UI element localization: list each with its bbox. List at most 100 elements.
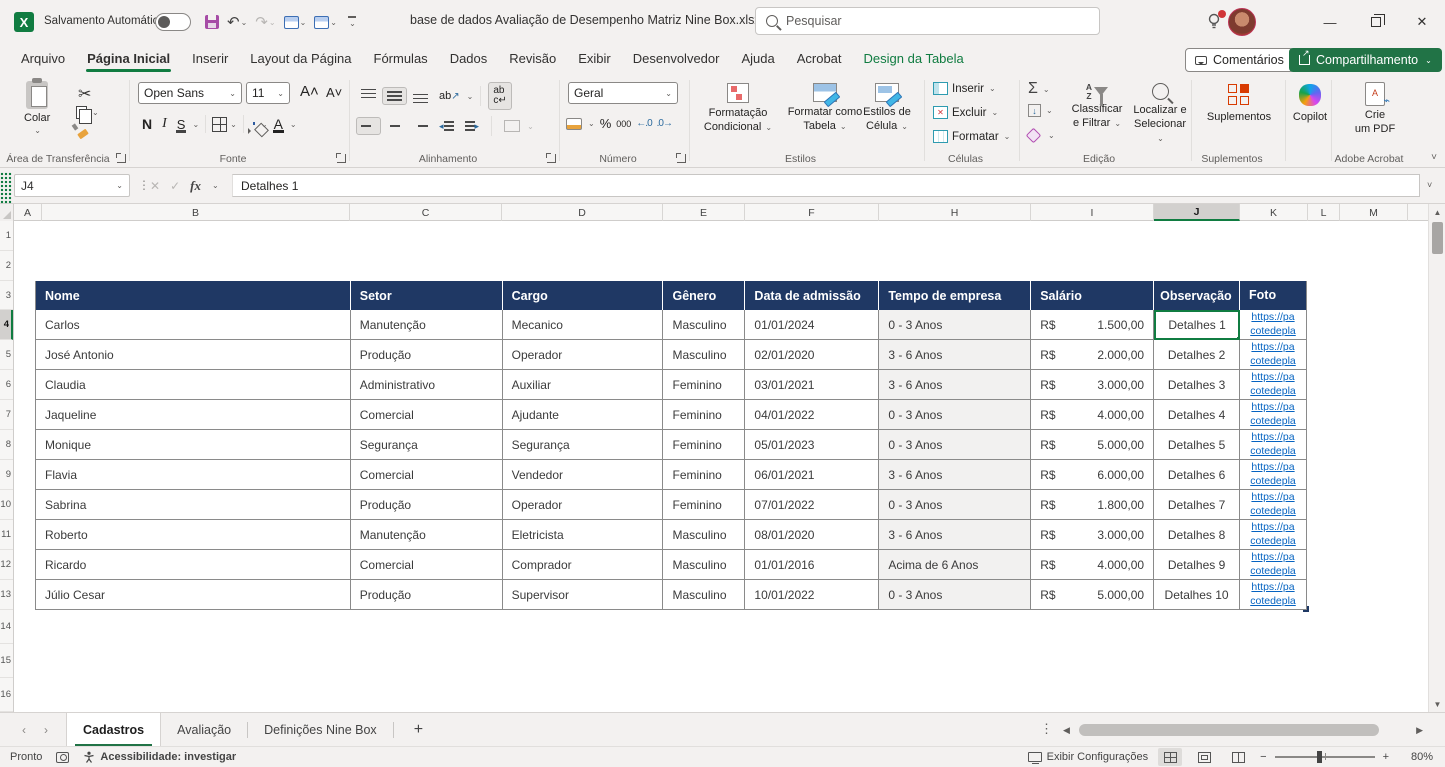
header-setor[interactable]: Setor [351,281,503,310]
new-sheet-button[interactable]: + [394,713,443,746]
align-right-button[interactable] [408,117,433,135]
cell-nome[interactable]: Monique [36,430,351,460]
cell-admissao[interactable]: 02/01/2020 [745,340,879,370]
cut-button[interactable]: ✂ [78,84,91,104]
cell-foto[interactable]: https://pacotedepla [1240,400,1307,430]
cell-genero[interactable]: Feminino [663,490,745,520]
zoom-out-button[interactable]: − [1260,751,1266,763]
conditional-formatting-button[interactable]: FormataçãoCondicional ⌄ [698,83,778,135]
cell-foto[interactable]: https://pacotedepla [1240,580,1307,610]
currency-format-button[interactable] [566,118,582,130]
normal-view-button[interactable] [1158,748,1182,766]
row-header-12[interactable]: 12 [0,550,13,580]
align-middle-button[interactable] [382,87,407,105]
column-header-m[interactable]: M [1340,204,1408,221]
row-header-2[interactable]: 2 [0,251,13,281]
header-foto[interactable]: Foto [1240,281,1307,310]
shrink-font-button[interactable]: A˅ [322,85,346,100]
column-header-d[interactable]: D [502,204,663,221]
scroll-right-button[interactable]: ▶ [1411,725,1428,736]
row-header-7[interactable]: 7 [0,400,13,430]
cell-nome[interactable]: Sabrina [36,490,351,520]
cell-foto[interactable]: https://pacotedepla [1240,430,1307,460]
customize-qat-button[interactable]: ⌄ [342,16,362,28]
format-cells-button[interactable]: Formatar⌄ [933,130,1010,143]
dialog-launcher-icon[interactable] [547,154,556,163]
cell-observacao-selected[interactable]: Detalhes 1 [1154,310,1240,340]
cell-salario[interactable]: R$2.000,00 [1031,340,1154,370]
row-header-15[interactable]: 15 [0,644,13,678]
cell-setor[interactable]: Manutenção [351,310,503,340]
cell-nome[interactable]: Jaqueline [36,400,351,430]
percent-format-button[interactable]: % [600,116,612,131]
cell-setor[interactable]: Manutenção [351,520,503,550]
scrollbar-track[interactable] [1075,724,1411,736]
cell-setor[interactable]: Produção [351,490,503,520]
table-tool-2-button[interactable]: ⌄ [311,16,340,29]
decrease-decimal-button[interactable]: .0→ [657,118,672,129]
cell-admissao[interactable]: 04/01/2022 [745,400,879,430]
font-size-combo[interactable]: 11⌄ [246,82,290,104]
accessibility-status[interactable]: Acessibilidade: investigar [83,751,236,763]
orientation-button[interactable]: ab↗ [434,86,465,106]
page-break-view-button[interactable] [1226,748,1250,766]
column-header-l[interactable]: L [1308,204,1340,221]
page-layout-view-button[interactable] [1192,748,1216,766]
scroll-left-button[interactable]: ◀ [1058,725,1075,736]
grow-font-button[interactable]: A˄ [296,83,323,100]
cell-setor[interactable]: Comercial [351,400,503,430]
create-pdf-button[interactable]: A Crieum PDF [1350,82,1400,137]
cell-admissao[interactable]: 06/01/2021 [745,460,879,490]
sheet-tab-cadastros[interactable]: Cadastros [66,713,161,746]
increase-decimal-button[interactable]: ←.0 [636,118,651,129]
zoom-in-button[interactable]: + [1383,751,1389,763]
column-header-j-selected[interactable]: J [1154,204,1240,221]
font-name-combo[interactable]: Open Sans⌄ [138,82,242,104]
column-header-e[interactable]: E [663,204,745,221]
cell-cargo[interactable]: Operador [503,340,664,370]
column-header-c[interactable]: C [350,204,502,221]
table-resize-handle[interactable] [1303,606,1309,612]
fill-handle[interactable] [1236,336,1240,340]
cell-observacao[interactable]: Detalhes 9 [1154,550,1240,580]
tab-formulas[interactable]: Fórmulas [363,45,439,74]
cell-setor[interactable]: Comercial [351,550,503,580]
scrollbar-thumb[interactable] [1432,222,1443,254]
underline-button[interactable]: S [173,117,190,132]
column-header-f[interactable]: F [745,204,879,221]
fill-button[interactable]: ↓⌄ [1028,104,1053,117]
cell-setor[interactable]: Segurança [351,430,503,460]
sort-filter-button[interactable]: AZ Classificare Filtrar ⌄ [1066,83,1128,131]
tab-exibir[interactable]: Exibir [567,45,622,74]
redo-button[interactable]: ↷⌄ [252,13,278,31]
cell-admissao[interactable]: 07/01/2022 [745,490,879,520]
row-header-16[interactable]: 16 [0,678,13,712]
user-avatar[interactable] [1228,8,1256,36]
cell-setor[interactable]: Produção [351,580,503,610]
cell-admissao[interactable]: 01/01/2016 [745,550,879,580]
cell-nome[interactable]: Flavia [36,460,351,490]
column-header-i[interactable]: I [1031,204,1154,221]
row-header-5[interactable]: 5 [0,340,13,370]
row-header-3[interactable]: 3 [0,281,13,310]
tab-ajuda[interactable]: Ajuda [730,45,785,74]
minimize-button[interactable]: — [1307,0,1353,44]
cell-observacao[interactable]: Detalhes 6 [1154,460,1240,490]
save-button[interactable] [202,15,222,29]
increase-indent-button[interactable]: ▸ [460,117,485,136]
cell-styles-button[interactable]: Estilos deCélula ⌄ [854,83,920,134]
wrap-text-button[interactable]: abc↵ [488,82,511,110]
row-header-6[interactable]: 6 [0,370,13,400]
cell-setor[interactable]: Administrativo [351,370,503,400]
cell-cargo[interactable]: Eletricista [503,520,664,550]
cell-nome[interactable]: Claudia [36,370,351,400]
cancel-entry-button[interactable]: ✕ [150,179,160,193]
cell-genero[interactable]: Masculino [663,580,745,610]
clear-button[interactable]: ⌄ [1028,130,1055,141]
cell-nome[interactable]: Ricardo [36,550,351,580]
share-button[interactable]: Compartilhamento ⌄ [1289,48,1442,72]
header-observacao[interactable]: Observação [1154,281,1240,310]
cell-salario[interactable]: R$4.000,00 [1031,550,1154,580]
cell-tempo[interactable]: 0 - 3 Anos [879,430,1031,460]
display-settings-button[interactable]: Exibir Configurações [1028,751,1149,763]
